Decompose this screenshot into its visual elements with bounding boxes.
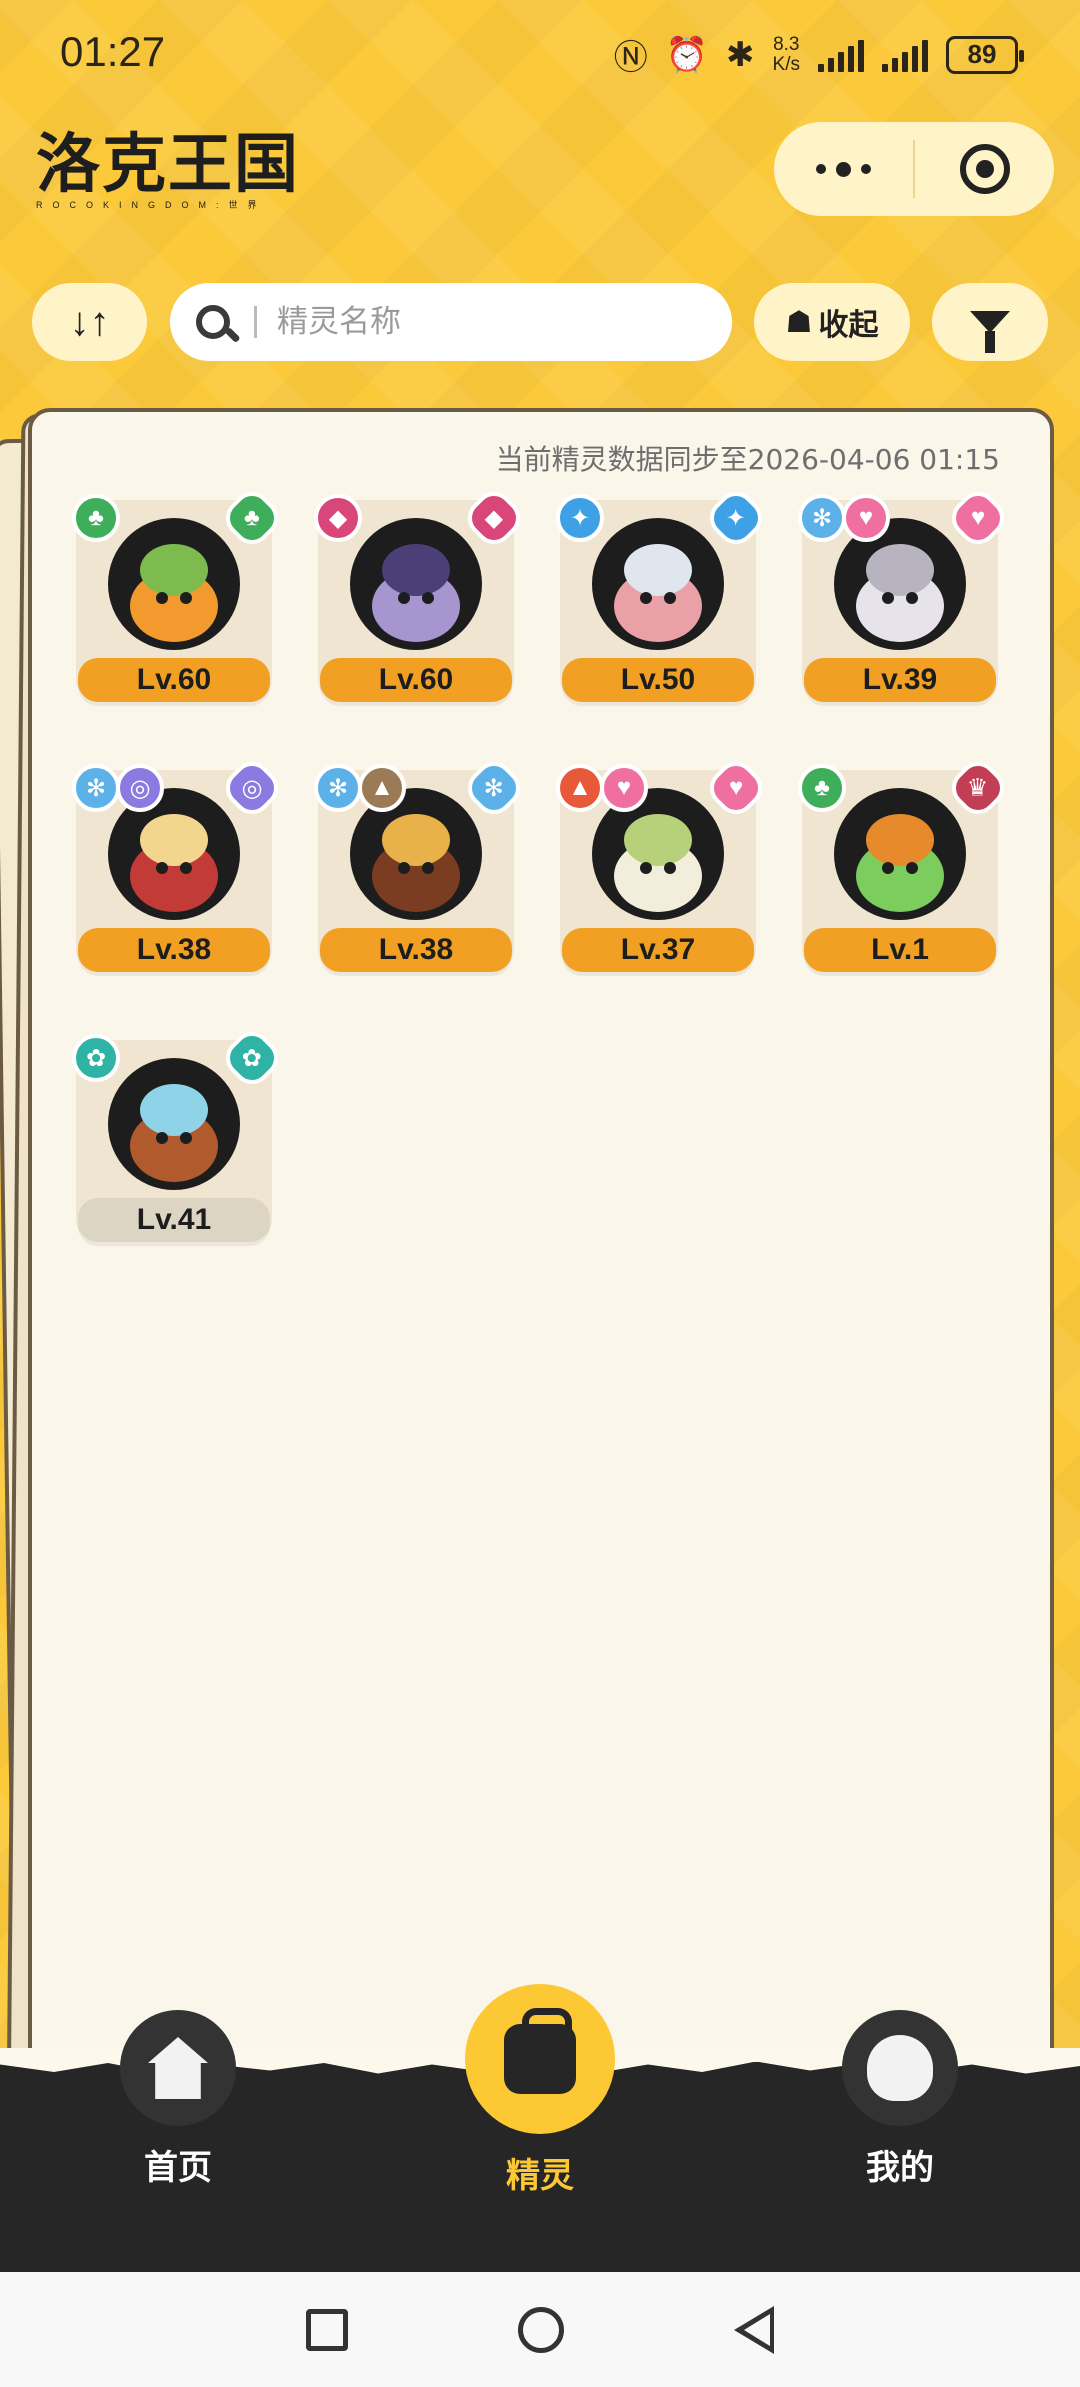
pet-level: Lv.50	[562, 658, 754, 702]
type-badge-glyph: ✿	[241, 1044, 263, 1072]
alarm-icon: ⏰	[665, 35, 709, 74]
tab-pets-label: 精灵	[506, 2156, 574, 2196]
element-badge-icon: ♣	[72, 494, 120, 542]
tab-home[interactable]: 首页	[88, 2010, 268, 2189]
element-badge-icon: ♥	[600, 764, 648, 812]
pet-portrait	[108, 1058, 240, 1190]
sort-button[interactable]: ↓↑	[32, 283, 147, 361]
element-badge-icon: ✻	[314, 764, 362, 812]
more-button[interactable]	[774, 122, 913, 216]
element-badge-icon: ▲	[556, 764, 604, 812]
miniprogram-capsule	[774, 122, 1054, 216]
element-badge-icon: ✦	[556, 494, 604, 542]
home-icon	[120, 2010, 236, 2126]
status-time: 01:27	[60, 28, 166, 75]
tab-home-label: 首页	[144, 2148, 212, 2188]
type-badge-glyph: ♥	[728, 774, 744, 801]
logo-subtitle: ROCOKINGDOM:世界	[36, 200, 267, 210]
status-icons: Ⓝ ⏰ ✱ 8.3 K/s 89	[613, 30, 1024, 79]
network-speed-value: 8.3	[773, 33, 800, 55]
battery-level: 89	[967, 39, 997, 69]
element-badge-icon: ✻	[72, 764, 120, 812]
profile-icon	[842, 2010, 958, 2126]
type-badge-glyph: ✻	[483, 774, 505, 802]
logo-text: 洛克王国	[36, 128, 300, 202]
pet-card[interactable]: ✻ ◎ ◎ Lv.38	[72, 754, 286, 972]
pet-level: Lv.38	[78, 928, 270, 972]
bluetooth-icon: ✱	[726, 35, 755, 74]
more-dots-icon	[816, 161, 871, 177]
system-navigation-bar	[0, 2272, 1080, 2387]
pet-portrait	[108, 518, 240, 650]
pet-card[interactable]: ♣ ♣ Lv.60	[72, 484, 286, 702]
sync-timestamp: 当前精灵数据同步至2026-04-06 01:15	[495, 443, 1000, 476]
pet-level: Lv.37	[562, 928, 754, 972]
status-bar: 01:27 Ⓝ ⏰ ✱ 8.3 K/s 89	[0, 0, 1080, 110]
sort-icon: ↓↑	[69, 299, 110, 344]
type-badge-glyph: ✦	[725, 504, 747, 532]
tab-profile[interactable]: 我的	[810, 2010, 990, 2189]
search-input[interactable]	[277, 304, 697, 340]
search-separator	[254, 306, 257, 338]
element-badge-icon: ♣	[798, 764, 846, 812]
pet-grid: ♣ ♣ Lv.60 ◆ ◆ Lv.60 ✦ ✦ Lv.50 ✻ ♥ ♥ Lv.39 ✻ ◎ ◎ Lv.38 ✻ ▲ ✻…	[72, 484, 1012, 1242]
collapse-button[interactable]: ☗ 收起	[754, 283, 910, 361]
pet-level: Lv.39	[804, 658, 996, 702]
element-badge-icon: ▲	[358, 764, 406, 812]
search-bar[interactable]	[170, 283, 732, 361]
pet-card[interactable]: ◆ ◆ Lv.60	[314, 484, 528, 702]
pet-portrait	[834, 788, 966, 920]
tab-pets[interactable]: 精灵	[450, 1984, 630, 2197]
filter-button[interactable]	[932, 283, 1048, 361]
pet-card[interactable]: ✦ ✦ Lv.50	[556, 484, 770, 702]
recent-apps-button[interactable]	[306, 2308, 348, 2351]
element-badge-icon: ◎	[116, 764, 164, 812]
back-button[interactable]	[734, 2305, 774, 2354]
pet-card[interactable]: ✿ ✿ Lv.41	[72, 1024, 286, 1242]
pet-level: Lv.60	[78, 658, 270, 702]
pet-card[interactable]: ✻ ♥ ♥ Lv.39	[798, 484, 1012, 702]
pet-card[interactable]: ♣ ♛ Lv.1	[798, 754, 1012, 972]
search-icon	[196, 305, 230, 339]
close-miniprogram-button[interactable]	[915, 122, 1054, 216]
type-badge-glyph: ♣	[244, 504, 260, 531]
element-badge-icon: ◆	[314, 494, 362, 542]
signal-icon-1	[818, 38, 864, 72]
pet-portrait	[350, 518, 482, 650]
battery-icon: 89	[946, 35, 1024, 74]
home-button[interactable]	[518, 2306, 564, 2353]
signal-icon-2	[882, 38, 928, 72]
pet-card[interactable]: ✻ ▲ ✻ Lv.38	[314, 754, 528, 972]
pet-level: Lv.38	[320, 928, 512, 972]
type-badge-glyph: ♥	[970, 504, 986, 531]
type-badge-glyph: ◆	[484, 504, 504, 532]
collapse-label: 收起	[818, 308, 879, 343]
app-logo: 洛克王国 ROCOKINGDOM:世界	[36, 130, 300, 212]
filter-icon	[970, 311, 1010, 353]
element-badge-icon: ✻	[798, 494, 846, 542]
nfc-icon: Ⓝ	[613, 39, 648, 77]
type-badge-glyph: ◎	[241, 774, 263, 802]
tab-profile-label: 我的	[866, 2148, 934, 2188]
pet-portrait	[592, 518, 724, 650]
type-badge-glyph: ♛	[967, 774, 989, 802]
element-badge-icon: ♥	[842, 494, 890, 542]
pet-list-panel: 当前精灵数据同步至2026-04-06 01:15 ♣ ♣ Lv.60 ◆ ◆ Lv.60…	[28, 408, 1054, 2138]
pet-level: Lv.1	[804, 928, 996, 972]
star-house-icon: ☗	[785, 304, 813, 340]
pet-card[interactable]: ▲ ♥ ♥ Lv.37	[556, 754, 770, 972]
pet-level: Lv.60	[320, 658, 512, 702]
network-speed-unit: K/s	[772, 53, 800, 75]
network-speed: 8.3 K/s	[772, 33, 800, 75]
target-icon	[959, 144, 1010, 194]
pet-level: Lv.41	[78, 1198, 270, 1242]
bag-icon	[465, 1984, 615, 2134]
element-badge-icon: ✿	[72, 1034, 120, 1082]
